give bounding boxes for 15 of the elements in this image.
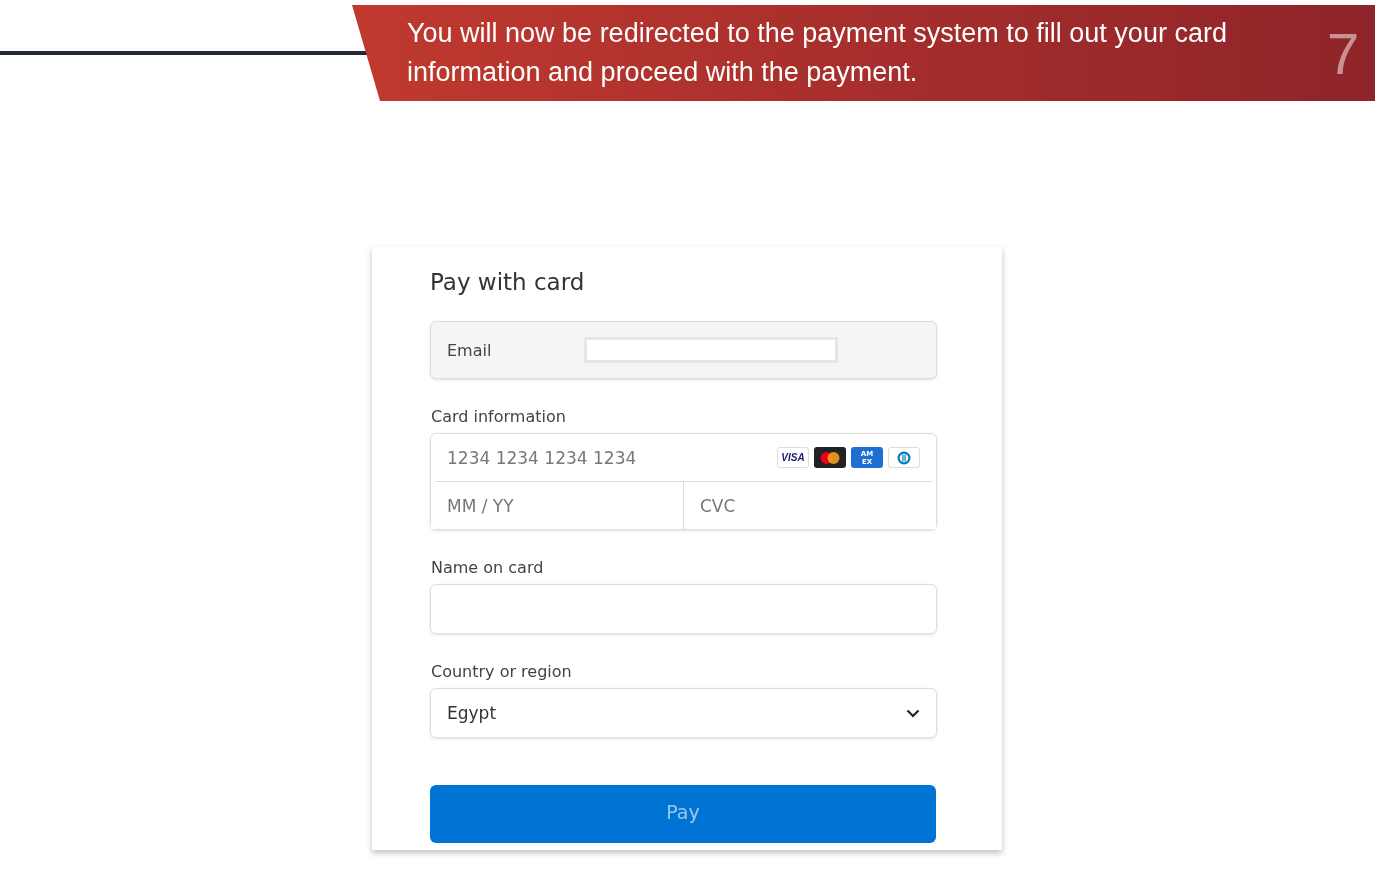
form-title: Pay with card — [430, 269, 586, 295]
name-on-card-label: Name on card — [431, 558, 545, 577]
slide-number: 7 — [1327, 19, 1360, 87]
email-field[interactable] — [584, 337, 838, 363]
country-label: Country or region — [431, 662, 573, 681]
cvc-field[interactable]: CVC — [683, 482, 936, 529]
card-information-label: Card information — [431, 407, 567, 426]
country-select[interactable]: Egypt — [430, 688, 937, 738]
visa-logo: VISA — [777, 447, 809, 468]
name-field[interactable] — [430, 584, 937, 634]
banner-text: You will now be redirected to the payment system to fill out your card information and proceed with the payment. — [407, 17, 1228, 89]
email-label: Email — [447, 340, 493, 360]
diners-logo — [888, 447, 920, 468]
mastercard-logo — [814, 447, 846, 468]
chevron-down-icon — [906, 708, 920, 718]
